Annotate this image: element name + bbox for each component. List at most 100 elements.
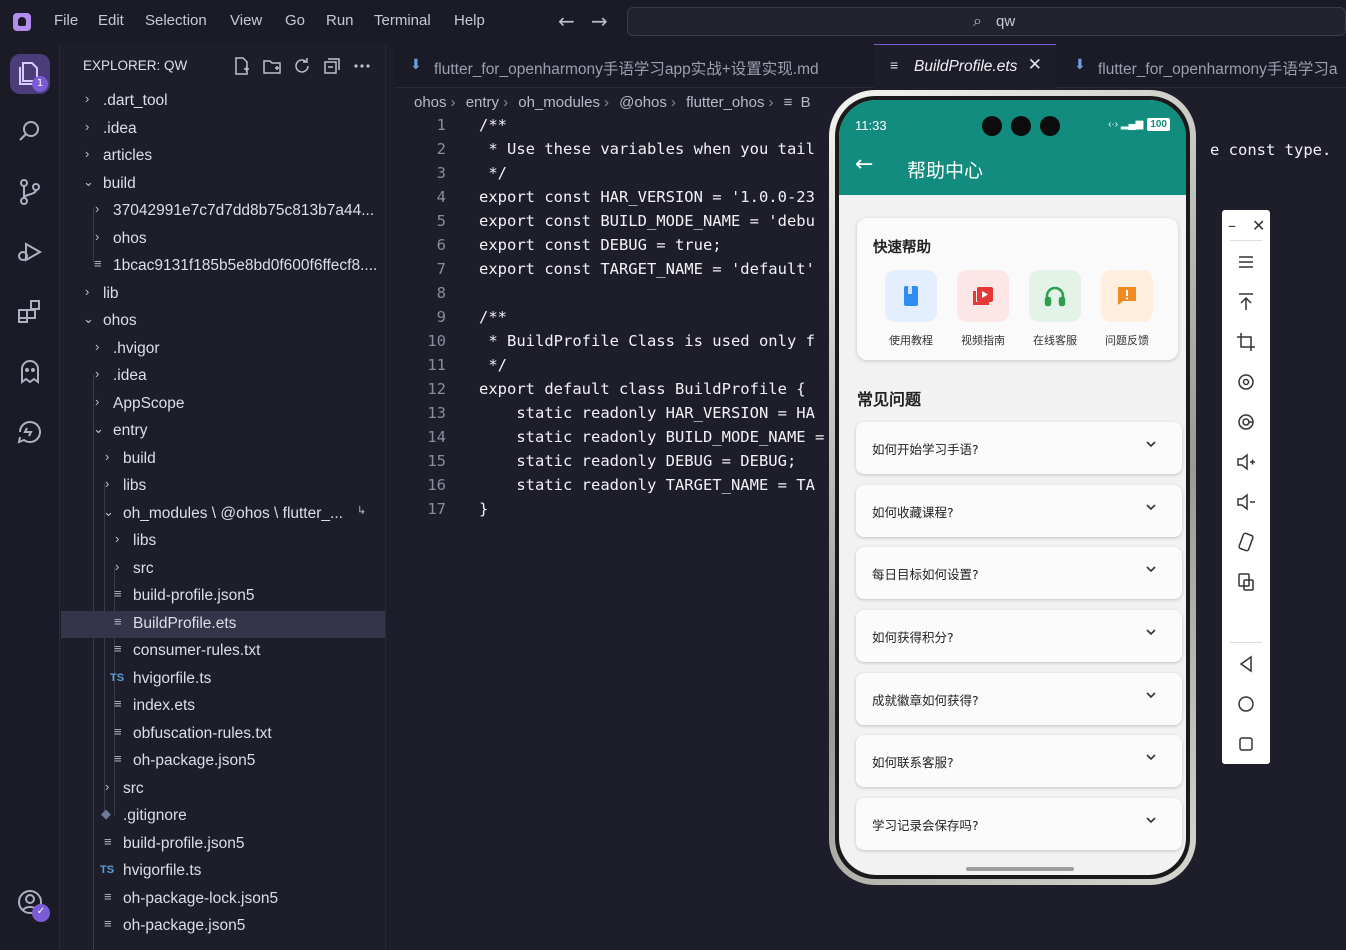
tree-item-folder[interactable]: › 37042991e7c7d7dd8b75c813b7a44...	[61, 198, 385, 225]
phone-screen[interactable]: 11:33 ‹·› ▂▄▆ 100 ← 帮助中心 快速帮助 使用教程 视频指南 …	[839, 100, 1186, 875]
tree-item-folder[interactable]: › .hvigor	[61, 336, 385, 363]
tree-item-folder[interactable]: › .idea	[61, 116, 385, 143]
tree-item-folder[interactable]: › src	[61, 556, 385, 583]
nav-back-icon[interactable]	[1234, 652, 1258, 676]
run-debug-icon[interactable]	[14, 236, 46, 268]
tree-item-file[interactable]: ◆ .gitignore	[61, 803, 385, 830]
tree-item-file[interactable]: ≡ oh-package.json5	[61, 913, 385, 940]
tree-item-file[interactable]: ≡ 1bcac9131f185b5e8bd0f600f6ffecf8....	[61, 253, 385, 280]
menu-run[interactable]: Run	[326, 12, 354, 29]
link-arrow-icon: ↳	[357, 505, 367, 517]
location-icon[interactable]	[1234, 410, 1258, 434]
file-lines-icon: ≡	[104, 916, 112, 931]
tree-item-file[interactable]: ≡ consumer-rules.txt	[61, 638, 385, 665]
back-arrow-icon[interactable]: ←	[558, 9, 575, 33]
menu-file[interactable]: File	[54, 12, 78, 29]
faq-item[interactable]: 如何收藏课程?	[856, 485, 1182, 537]
tree-item-folder[interactable]: › .dart_tool	[61, 88, 385, 115]
chat-assistant-icon[interactable]	[14, 416, 46, 448]
tree-item-file[interactable]: TS hvigorfile.ts	[61, 858, 385, 885]
tree-item-file[interactable]: ≡ index.ets	[61, 693, 385, 720]
crop-icon[interactable]	[1234, 330, 1258, 354]
close-icon[interactable]: ✕	[1252, 216, 1265, 235]
file-lines-icon: ≡	[114, 724, 122, 739]
tree-item-folder[interactable]: › build	[61, 446, 385, 473]
tree-item-file[interactable]: ≡ obfuscation-rules.txt	[61, 721, 385, 748]
search-icon[interactable]	[14, 116, 46, 148]
new-folder-icon[interactable]	[262, 56, 282, 76]
more-actions-icon[interactable]	[352, 56, 372, 76]
tree-item-folder[interactable]: › .idea	[61, 363, 385, 390]
source-control-icon[interactable]	[14, 176, 46, 208]
faq-item[interactable]: 成就徽章如何获得?	[856, 673, 1182, 725]
new-file-icon[interactable]	[231, 56, 251, 76]
rotate-icon[interactable]	[1234, 370, 1258, 394]
tree-item-file[interactable]: ≡ oh-package-lock.json5	[61, 886, 385, 913]
tree-item-folder[interactable]: › libs	[61, 473, 385, 500]
menu-edit[interactable]: Edit	[98, 12, 124, 29]
minimize-icon[interactable]: –	[1228, 216, 1236, 235]
tab-markdown-file-2[interactable]: ⬇ flutter_for_openharmony手语学习a	[1058, 44, 1346, 88]
tree-item-file[interactable]: ≡ build-profile.json5	[61, 831, 385, 858]
explorer-sidebar: EXPLORER: QW › .dart_tool › .idea › article…	[61, 44, 386, 950]
tab-markdown-file[interactable]: ⬇ flutter_for_openharmony手语学习app实战+设置实现.…	[394, 44, 872, 88]
tree-item-file[interactable]: ≡ oh-package.json5	[61, 748, 385, 775]
breadcrumb[interactable]: ohos › entry › oh_modules › @ohos › flutter_…	[414, 94, 815, 111]
code-overflow-text: e const type.	[1210, 141, 1332, 159]
tree-item-folder-open[interactable]: ⌄ build	[61, 171, 385, 198]
tree-item-folder-open[interactable]: ⌄ entry	[61, 418, 385, 445]
tree-item-file-selected[interactable]: ≡ BuildProfile.ets	[61, 611, 385, 638]
markdown-download-icon: ⬇	[410, 56, 422, 72]
typescript-icon: TS	[100, 864, 115, 876]
back-arrow-icon[interactable]: ←	[855, 152, 873, 177]
tree-item-folder[interactable]: › AppScope	[61, 391, 385, 418]
tree-item-folder[interactable]: › ohos	[61, 226, 385, 253]
markdown-download-icon: ⬇	[1074, 56, 1086, 72]
menu-view[interactable]: View	[230, 12, 262, 29]
chevron-down-icon	[1146, 504, 1156, 511]
menu-go[interactable]: Go	[285, 12, 305, 29]
screenshot-icon[interactable]	[1234, 570, 1258, 594]
tree-item-folder[interactable]: › articles	[61, 143, 385, 170]
home-indicator[interactable]	[966, 867, 1074, 871]
volume-down-icon[interactable]	[1234, 490, 1258, 514]
git-file-icon: ◆	[101, 806, 111, 821]
pin-top-icon[interactable]	[1234, 290, 1258, 314]
close-icon[interactable]: ✕	[1028, 55, 1042, 75]
tree-item-folder[interactable]: › lib	[61, 281, 385, 308]
extensions-icon[interactable]	[14, 296, 46, 328]
nav-home-icon[interactable]	[1234, 692, 1258, 716]
volume-up-icon[interactable]	[1234, 450, 1258, 474]
tree-item-folder[interactable]: › src	[61, 776, 385, 803]
tab-buildprofile[interactable]: ≡ BuildProfile.ets ✕	[874, 44, 1056, 88]
tree-item-file[interactable]: TS hvigorfile.ts	[61, 666, 385, 693]
menu-selection[interactable]: Selection	[145, 12, 207, 29]
camera-cutout	[1040, 116, 1060, 136]
ghost-icon[interactable]	[14, 356, 46, 388]
tree-item-file[interactable]: ≡ build-profile.json5	[61, 583, 385, 610]
menu-terminal[interactable]: Terminal	[374, 12, 431, 29]
tree-item-folder[interactable]: › libs	[61, 528, 385, 555]
faq-item[interactable]: 如何联系客服?	[856, 735, 1182, 787]
chevron-down-icon	[1146, 566, 1156, 573]
collapse-all-icon[interactable]	[322, 56, 342, 76]
screen-rotate-icon[interactable]	[1234, 530, 1258, 554]
menu-icon[interactable]	[1234, 250, 1258, 274]
faq-item[interactable]: 每日目标如何设置?	[856, 547, 1182, 599]
tree-item-folder-open[interactable]: ⌄ ohos	[61, 308, 385, 335]
file-lines-icon: ≡	[94, 256, 102, 271]
nav-recents-icon[interactable]	[1234, 732, 1258, 756]
book-icon	[885, 270, 937, 322]
tree-item-folder-open[interactable]: ⌄ oh_modules \ @ohos \ flutter_... ↳	[61, 501, 385, 528]
faq-item[interactable]: 学习记录会保存吗?	[856, 798, 1182, 850]
file-lines-icon: ≡	[114, 696, 122, 711]
refresh-icon[interactable]	[292, 56, 312, 76]
forward-arrow-icon[interactable]: →	[591, 9, 608, 33]
menu-bar: File Edit Selection View Go Run Terminal…	[0, 0, 1346, 44]
file-lines-icon: ≡	[890, 57, 899, 73]
tab-bar: ⬇ flutter_for_openharmony手语学习app实战+设置实现.…	[394, 44, 1346, 88]
faq-item[interactable]: 如何开始学习手语?	[856, 422, 1182, 474]
command-search-input[interactable]: ⌕ qw	[627, 7, 1346, 36]
faq-item[interactable]: 如何获得积分?	[856, 610, 1182, 662]
menu-help[interactable]: Help	[454, 12, 485, 29]
